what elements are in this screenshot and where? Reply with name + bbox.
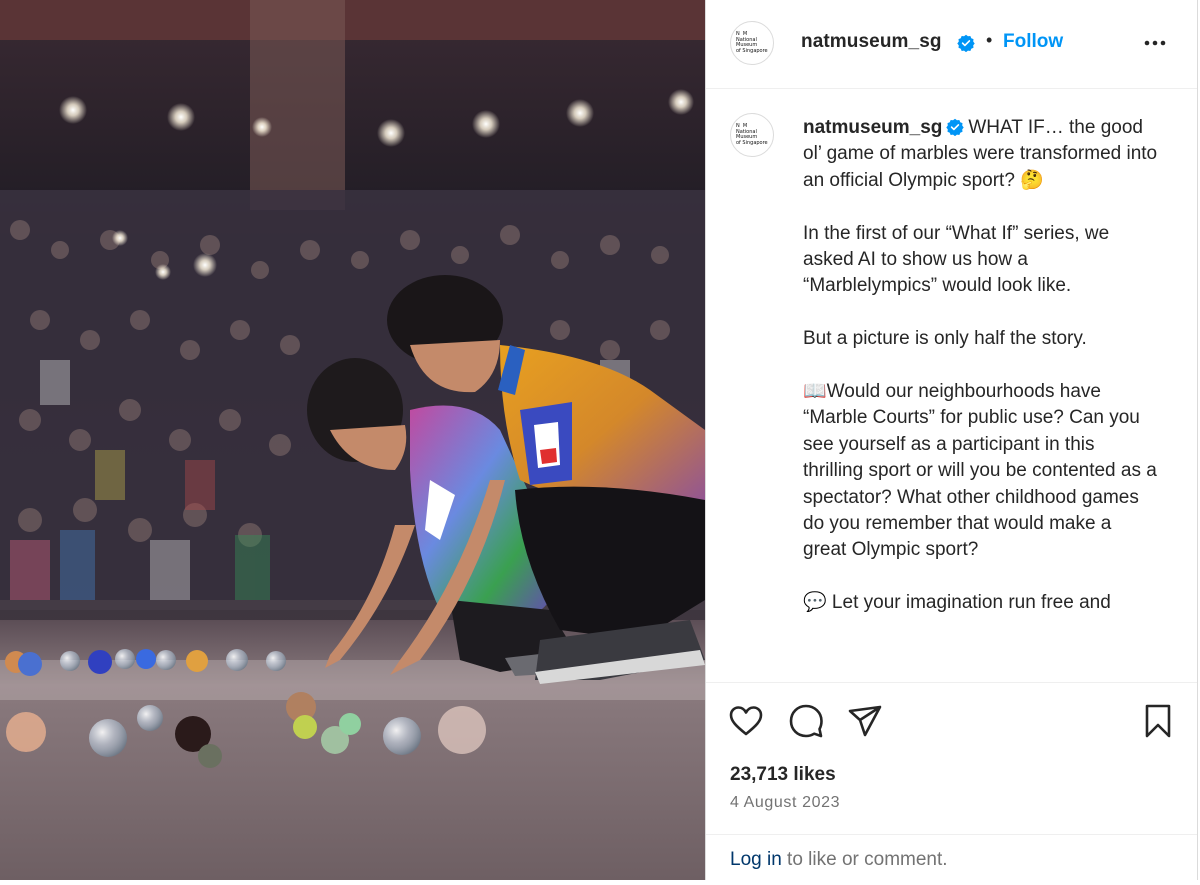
login-text: Log in to like or comment. [730,849,948,871]
avatar[interactable]: N M National Museum of Singapore [730,21,774,65]
heart-icon[interactable] [728,703,764,739]
caption-paragraph-4: 📖Would our neighbourhoods have “Marble C… [803,381,1157,561]
verified-badge-icon [957,34,975,52]
post-image[interactable] [0,0,705,880]
caption-paragraph-2: In the first of our “What If” series, we… [803,222,1110,297]
caption-paragraph-3: But a picture is only half the story. [803,328,1087,350]
post-date[interactable]: 4 August 2023 [730,794,840,812]
caption-username[interactable]: natmuseum_sg [803,117,942,138]
action-bar [706,682,1197,763]
comment-icon[interactable] [788,703,824,739]
login-prompt: Log in to like or comment. [706,834,1197,881]
museum-logo-icon: N M National Museum of Singapore [736,31,768,54]
separator-dot: • [986,30,993,50]
post-header: N M National Museum of Singapore natmuseum… [706,0,1197,89]
more-options-icon[interactable] [1142,30,1168,56]
caption-avatar[interactable]: N M National Museum of Singapore [730,113,774,157]
caption-paragraph-1: natmuseum_sg WHAT IF… the good ol’ game o… [803,115,1158,194]
username[interactable]: natmuseum_sg [801,31,942,53]
login-link[interactable]: Log in [730,849,782,870]
bookmark-icon[interactable] [1140,703,1176,739]
login-suffix: to like or comment. [781,849,948,870]
museum-logo-icon: N M National Museum of Singapore [736,123,768,146]
post-caption: natmuseum_sg WHAT IF… the good ol’ game o… [803,115,1158,643]
instagram-post-view: N M National Museum of Singapore natmuseum… [0,0,1200,885]
comments-area[interactable]: N M National Museum of Singapore natmuseum… [706,89,1197,682]
caption-paragraph-5: 💬 Let your imagination run free and [803,592,1111,614]
like-count[interactable]: 23,713 likes [730,764,836,786]
marbles-photo [0,0,705,880]
post-side-panel: N M National Museum of Singapore natmuseum… [705,0,1198,880]
follow-button[interactable]: Follow [1003,31,1063,53]
share-icon[interactable] [847,703,883,739]
verified-badge-icon [946,118,965,136]
